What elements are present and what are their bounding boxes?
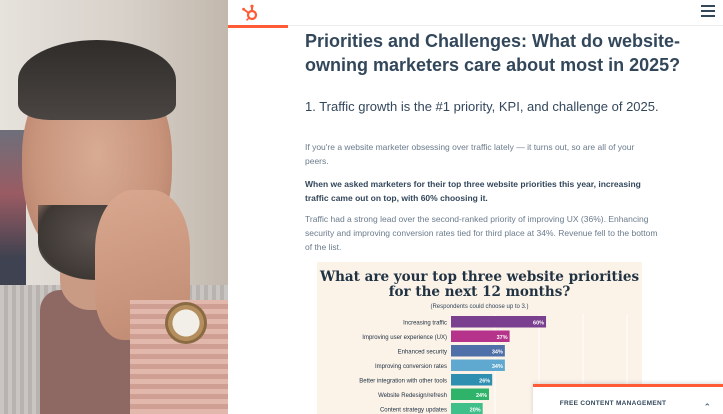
article-pane: Priorities and Challenges: What do websi… — [228, 0, 723, 414]
article-subtitle: 1. Traffic growth is the #1 priority, KP… — [305, 99, 659, 114]
chart-value-label: 26% — [479, 379, 490, 385]
chart-title: What are your top three website prioriti… — [319, 269, 640, 300]
chart-category-label: Website Redesign/refresh — [378, 393, 447, 399]
chart-subtitle: (Respondents could choose up to 3.) — [430, 304, 529, 310]
chart-value-label: 37% — [497, 335, 508, 341]
chart-value-label: 60% — [533, 321, 544, 327]
chart-category-label: Improving user experience (UX) — [362, 335, 447, 341]
chart-value-label: 24% — [476, 393, 487, 399]
popup-accent-bar — [533, 384, 723, 387]
header-accent-line — [228, 25, 288, 28]
presenter-photo — [0, 0, 228, 414]
photo-hair — [18, 40, 176, 120]
chart-value-label: 20% — [470, 408, 481, 414]
chart-category-label: Improving conversion rates — [375, 364, 447, 370]
hubspot-sprocket-icon[interactable] — [240, 4, 260, 22]
chart-category-label: Increasing traffic — [403, 321, 447, 327]
content-management-popup[interactable]: FREE CONTENT MANAGEMENT ⌃ — [533, 384, 723, 414]
chart-value-label: 34% — [492, 350, 503, 356]
chart-bar — [451, 316, 547, 328]
chart-category-label: Better integration with other tools — [359, 379, 447, 385]
chart-category-label: Content strategy updates — [380, 408, 447, 414]
article-paragraph-3: Traffic had a strong lead over the secon… — [305, 214, 658, 252]
chart-value-label: 34% — [492, 364, 503, 370]
article-paragraph-1: If you're a website marketer obsessing o… — [305, 142, 635, 166]
top-navbar — [228, 0, 723, 26]
article-paragraph-2: When we asked marketers for their top th… — [305, 179, 641, 203]
article-title: Priorities and Challenges: What do websi… — [305, 31, 681, 75]
chevron-up-icon[interactable]: ⌃ — [703, 402, 711, 413]
hamburger-menu-icon[interactable] — [701, 5, 715, 19]
popup-label: FREE CONTENT MANAGEMENT — [559, 400, 667, 407]
chart-category-label: Enhanced security — [398, 350, 447, 356]
photo-watch — [165, 302, 207, 344]
